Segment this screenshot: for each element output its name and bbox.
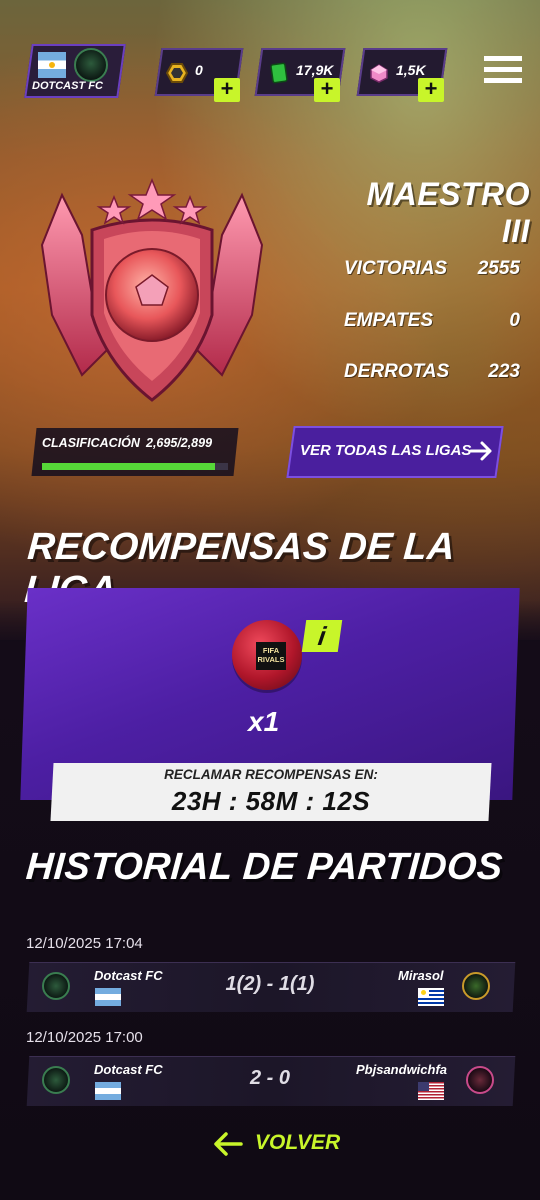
classification-value: 2,695/2,899 [146, 436, 213, 450]
history-title: HISTORIAL DE PARTIDOS [24, 846, 504, 888]
rank-badge-icon [40, 177, 264, 402]
classification-label: CLASIFICACIÓN [42, 436, 140, 450]
home-team-name: Dotcast FC [94, 1062, 163, 1077]
add-pink-button[interactable]: + [418, 78, 444, 102]
club-crest-icon [74, 48, 108, 82]
rank-title: MAESTRO III [366, 176, 530, 249]
fifa-rivals-logo: FIFA RIVALS [256, 642, 286, 670]
arrow-left-icon [214, 1132, 243, 1156]
coin-icon [166, 63, 188, 83]
match-score: 1(2) - 1(1) [225, 973, 315, 995]
away-crest-icon [466, 1066, 494, 1094]
argentina-flag-icon [95, 988, 121, 1006]
away-crest-icon [462, 972, 490, 1000]
stat-label: EMPATES [344, 310, 434, 331]
add-green-button[interactable]: + [314, 78, 340, 102]
add-coins-button[interactable]: + [214, 78, 240, 102]
uruguay-flag-icon [418, 988, 444, 1006]
green-gem-icon [270, 62, 288, 84]
classification-progress [42, 463, 228, 470]
away-team-name: Pbjsandwichfa [356, 1062, 448, 1077]
reward-quantity: x1 [248, 706, 280, 737]
ball-label-line1: FIFA [262, 646, 280, 655]
home-crest-icon [42, 972, 70, 1000]
home-crest-icon [42, 1066, 70, 1094]
usa-flag-icon [418, 1082, 444, 1100]
match-score: 2 - 0 [249, 1067, 291, 1089]
view-all-leagues-label: VER TODAS LAS LIGAS [300, 442, 472, 459]
club-name: DOTCAST FC [32, 80, 103, 92]
stat-label: DERROTAS [344, 361, 450, 382]
match-date: 12/10/2025 17:00 [26, 1029, 143, 1046]
pink-gem-icon [370, 64, 388, 83]
reward-info-button[interactable]: i [301, 620, 343, 652]
pink-currency-value: 1,5K [396, 62, 426, 78]
away-team-name: Mirasol [398, 968, 444, 983]
stat-value: 223 [488, 361, 520, 382]
menu-icon[interactable] [484, 56, 522, 86]
stat-value: 2555 [477, 258, 520, 279]
argentina-flag-icon [95, 1082, 121, 1100]
ball-label-line2: RIVALS [257, 655, 285, 664]
home-team-name: Dotcast FC [94, 968, 163, 983]
stat-label: VICTORIAS [344, 258, 448, 279]
claim-label: RECLAMAR RECOMPENSAS EN: [164, 767, 378, 782]
match-date: 12/10/2025 17:04 [26, 935, 143, 952]
arrow-right-icon [469, 441, 492, 461]
coins-value: 0 [195, 62, 203, 78]
back-label: VOLVER [255, 1131, 341, 1154]
classification-progress-fill [42, 463, 215, 470]
claim-countdown: 23H : 58M : 12S [171, 786, 371, 816]
argentina-flag-icon [38, 52, 66, 78]
stat-value: 0 [509, 310, 520, 331]
